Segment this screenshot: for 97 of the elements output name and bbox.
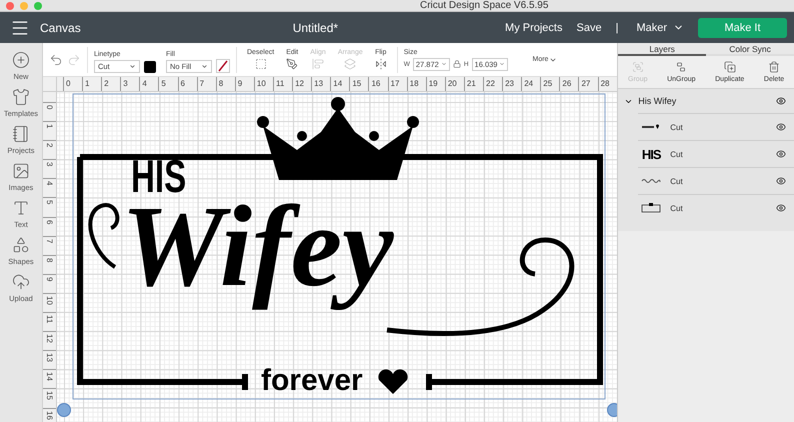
align-icon: [312, 58, 324, 70]
ruler-number: 27: [578, 77, 598, 91]
no-fill-swatch[interactable]: [216, 58, 230, 72]
ruler-number: 4: [139, 77, 158, 91]
ruler-number: 9: [44, 276, 53, 282]
nav-separator: |: [616, 22, 618, 34]
ruler-number: 1: [44, 124, 53, 129]
machine-dropdown[interactable]: Maker: [632, 22, 688, 34]
ruler-number: 6: [178, 77, 197, 91]
ruler-number: 14: [330, 77, 350, 91]
text-icon: [12, 199, 30, 217]
ruler-number: 20: [444, 77, 464, 91]
ruler-number: 3: [44, 162, 53, 167]
ruler-number: 13: [44, 353, 53, 362]
trash-icon: [768, 61, 780, 73]
ruler-number: 25: [540, 77, 560, 91]
cloud-upload-icon: [12, 273, 30, 291]
image-icon: [12, 162, 30, 180]
ruler-number: 0: [44, 105, 53, 110]
layer-name[interactable]: Cut: [670, 204, 770, 212]
ruler-number: 9: [234, 77, 254, 91]
layer-name[interactable]: Cut: [670, 176, 770, 186]
ruler-number: 3: [120, 77, 140, 91]
flip-icon: [374, 58, 387, 70]
selection-handle[interactable]: [56, 403, 71, 417]
ruler-number: 2: [101, 77, 120, 91]
ruler-number: 7: [44, 238, 53, 244]
frame-thumbnail: [641, 203, 662, 213]
undo-icon[interactable]: [48, 52, 63, 66]
ruler-number: 10: [44, 296, 53, 305]
window-title: Cricut Design Space V6.5.95: [420, 0, 548, 11]
ruler-number: 21: [464, 77, 484, 91]
ruler-number: 6: [44, 220, 53, 224]
eye-icon[interactable]: [776, 122, 786, 132]
ruler-number: 23: [502, 77, 522, 91]
panel-tab[interactable]: Color Sync: [706, 43, 794, 56]
ruler-number: 18: [406, 77, 426, 91]
caret-icon: [128, 62, 136, 70]
lock-icon[interactable]: [452, 60, 461, 68]
ruler-number: 11: [272, 77, 292, 91]
dashed-square-icon: [254, 58, 267, 70]
pen-icon: [286, 58, 298, 70]
ruler-number: 11: [44, 315, 53, 324]
ruler-number: 1: [82, 77, 102, 91]
caret-icon: [200, 62, 208, 70]
ruler-number: 16: [368, 77, 388, 91]
shirt-icon: [12, 88, 30, 106]
thumbnail-text: HIS: [642, 146, 661, 162]
color-swatch[interactable]: [144, 60, 156, 72]
nav-link[interactable]: Save: [576, 22, 602, 34]
ruler-number: 4: [44, 181, 53, 186]
eye-icon[interactable]: [776, 176, 786, 186]
left-swirl-drawing: [88, 203, 120, 269]
shapes-icon: [12, 236, 30, 254]
ungroup-icon: [675, 61, 688, 73]
ruler-number: 15: [349, 77, 368, 91]
ruler-number: 12: [292, 77, 312, 91]
ruler-number: 8: [216, 77, 235, 91]
ruler-number: 8: [44, 258, 53, 262]
ruler-number: 16: [44, 410, 53, 420]
nav-link[interactable]: My Projects: [505, 22, 562, 34]
layer-name[interactable]: Cut: [670, 150, 770, 158]
ruler-number: 5: [44, 200, 53, 205]
duplicate-icon: [724, 61, 736, 73]
line-heart-thumbnail: [642, 124, 660, 130]
ruler-number: 12: [44, 334, 53, 344]
eye-icon[interactable]: [776, 96, 786, 106]
ruler-number: 24: [521, 77, 540, 91]
selection-handle[interactable]: [606, 403, 618, 417]
section-title: Canvas: [40, 20, 81, 34]
forever-text: forever: [260, 364, 363, 398]
eye-icon[interactable]: [776, 203, 786, 213]
panel-tab[interactable]: Layers: [618, 43, 706, 56]
ruler-number: 7: [196, 77, 216, 91]
ruler-number: 19: [426, 77, 445, 91]
stack-icon: [344, 58, 356, 70]
ruler-number: 13: [311, 77, 330, 91]
layer-group-name[interactable]: His Wifey: [638, 96, 772, 106]
ruler-number: 17: [388, 77, 407, 91]
document-title: Untitled*: [292, 20, 340, 34]
ruler-number: 14: [44, 372, 53, 382]
eye-icon[interactable]: [776, 149, 786, 159]
ruler-number: 26: [559, 77, 578, 91]
notebook-icon: [12, 125, 30, 143]
script-thumbnail: [641, 177, 662, 185]
layer-name[interactable]: Cut: [670, 122, 770, 132]
add-circle-icon: [12, 51, 30, 69]
ruler-number: 0: [62, 77, 82, 91]
stepper-icon: [499, 61, 506, 67]
ruler-number: 22: [483, 77, 502, 91]
ruler-number: 5: [158, 77, 178, 91]
ruler-number: 10: [254, 77, 273, 91]
ruler-number: 2: [44, 143, 53, 148]
heart-icon: [378, 369, 408, 394]
ruler-number: 15: [44, 391, 53, 400]
stepper-icon: [440, 61, 447, 67]
group-icon: [632, 61, 644, 73]
